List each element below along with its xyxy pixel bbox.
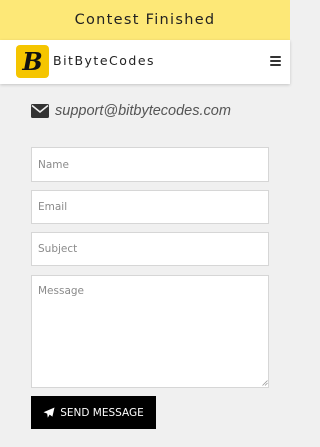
paper-plane-icon [43,407,55,418]
send-message-button[interactable]: SEND MESSAGE [31,396,156,429]
name-input[interactable] [31,147,269,182]
send-message-label: SEND MESSAGE [60,406,144,419]
banner-text: Contest Finished [74,12,216,28]
email-address[interactable]: support@bitbytecodes.com [55,103,231,119]
email-input[interactable] [31,190,269,224]
logo-letter: B [22,46,43,76]
subject-input[interactable] [31,232,269,266]
message-textarea[interactable] [31,275,269,388]
envelope-icon [31,104,49,118]
contest-status-banner: Contest Finished [0,0,290,40]
brand-name[interactable]: BitByteCodes [53,53,155,68]
logo[interactable]: B [16,45,49,78]
contact-email: support@bitbytecodes.com [31,103,231,119]
resize-grip-icon[interactable] [262,380,268,386]
hamburger-menu-icon[interactable] [270,56,281,66]
